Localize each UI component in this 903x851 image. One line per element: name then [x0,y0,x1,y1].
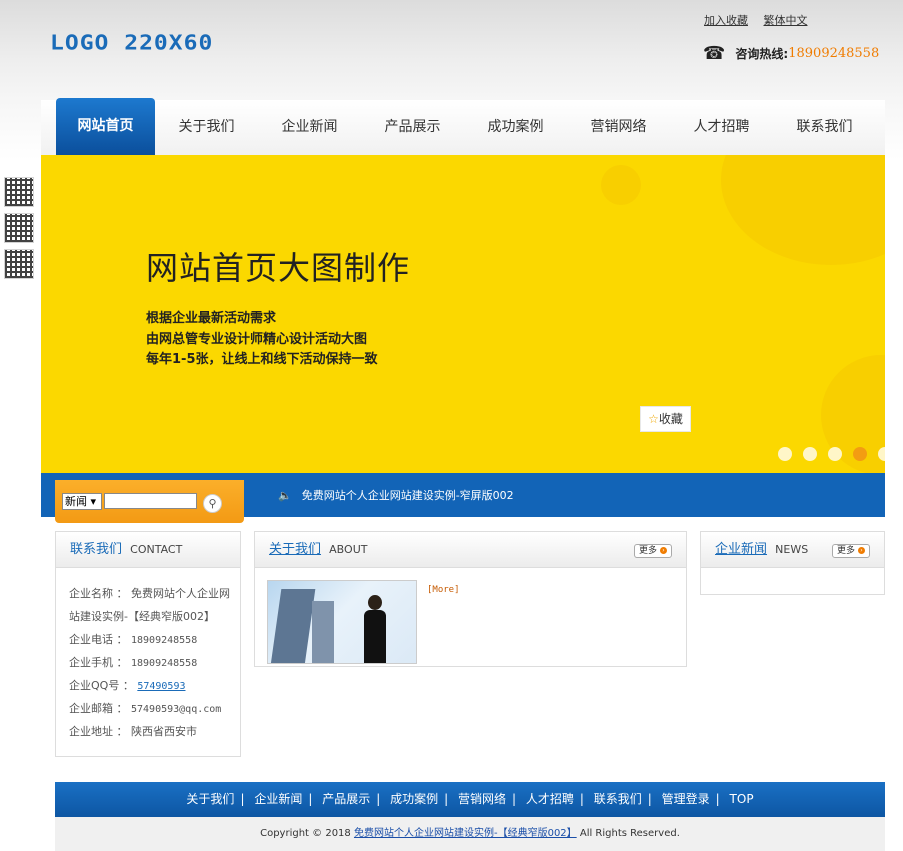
banner-line: 根据企业最新活动需求 [146,311,277,326]
slide-dot[interactable] [778,447,792,461]
slide-dot-active[interactable] [853,447,867,461]
copyright-suffix: All Rights Reserved. [579,828,680,839]
qq-link[interactable]: 57490593 [137,681,185,692]
contact-panel-title[interactable]: 联系我们 [70,542,122,557]
contact-row-mobile: 企业手机 ： 18909248558 [69,656,198,669]
footer-link-admin[interactable]: 管理登录 [662,792,710,806]
slide-dot[interactable] [828,447,842,461]
about-image[interactable] [267,580,417,664]
slide-dot[interactable] [803,447,817,461]
speaker-icon: 🔈 [278,489,292,502]
nav-item-about[interactable]: 关于我们 [155,100,258,155]
contact-panel-header: 联系我们 CONTACT [56,532,240,568]
news-panel-header: 企业新闻 NEWS 更多 › [701,532,884,568]
nav-item-news[interactable]: 企业新闻 [258,100,361,155]
contact-list: 企业名称 ： 免费网站个人企业网 站建设实例-【经典窄版002】 企业电话 ： … [56,568,240,743]
about-panel-title[interactable]: 关于我们 [269,542,321,557]
favorite-label: 收藏 [658,412,683,426]
phone-icon: ☎ [703,43,726,64]
favorite-button[interactable]: ☆收藏 [640,406,691,432]
person-shape [364,595,386,663]
footer-link-top[interactable]: TOP [730,792,754,806]
contact-row-address: 企业地址 ： 陕西省西安市 [69,725,197,738]
side-qr-codes [4,177,36,285]
search-input[interactable] [104,493,197,509]
copyright-link[interactable]: 免费网站个人企业网站建设实例-【经典窄版002】 [354,828,577,839]
news-ticker[interactable]: 🔈 免费网站个人企业网站建设实例-窄屏版002 [278,487,514,503]
arrow-right-icon: › [659,547,667,554]
banner-line: 每年1-5张，让线上和线下活动保持一致 [146,352,378,367]
hotline: ☎ 咨询热线: 18909248558 [703,43,879,64]
top-links: 加入收藏 繁体中文 [704,12,820,28]
slide-dots [778,447,885,461]
main-nav: 网站首页 关于我们 企业新闻 产品展示 成功案例 营销网络 人才招聘 联系我们 [41,98,885,155]
site-logo[interactable]: LOGO 220X60 [50,31,213,54]
footer-link-jobs[interactable]: 人才招聘 [526,792,574,806]
search-category-select[interactable]: 新闻 ▾ [62,493,102,510]
contact-panel-subtitle: CONTACT [130,543,183,556]
nav-item-cases[interactable]: 成功案例 [464,100,567,155]
search-box: 新闻 ▾ ⚲ [55,480,244,523]
copyright-bar: Copyright © 2018 免费网站个人企业网站建设实例-【经典窄版002… [55,817,885,851]
nav-item-products[interactable]: 产品展示 [361,100,464,155]
footer-link-about[interactable]: 关于我们 [186,792,234,806]
contact-row-email: 企业邮箱 ： 57490593@qq.com [69,702,222,715]
qr-code-icon[interactable] [4,213,34,243]
search-icon[interactable]: ⚲ [203,494,222,513]
contact-row-qq: 企业QQ号 ： 57490593 [69,679,186,692]
add-favorite-link[interactable]: 加入收藏 [704,14,748,27]
nav-item-jobs[interactable]: 人才招聘 [670,100,773,155]
news-panel-title[interactable]: 企业新闻 [715,542,767,557]
about-panel-header: 关于我们 ABOUT 更多 › [255,532,686,568]
contact-row-company-cont: 站建设实例-【经典窄版002】 [69,610,215,623]
star-icon: ☆ [648,412,659,426]
footer-nav: 关于我们 | 企业新闻 | 产品展示 | 成功案例 | 营销网络 | 人才招聘 | 联系我们… [55,782,885,817]
hotline-label: 咨询热线: [735,47,789,61]
nav-item-home[interactable]: 网站首页 [56,98,155,155]
qr-code-icon[interactable] [4,249,34,279]
building-shape [312,601,334,663]
traditional-chinese-link[interactable]: 繁体中文 [764,14,808,27]
copyright-prefix: Copyright © 2018 [260,828,351,839]
about-panel-subtitle: ABOUT [329,543,368,556]
about-panel: 关于我们 ABOUT 更多 › [More] [254,531,687,667]
contact-row-phone: 企业电话 ： 18909248558 [69,633,198,646]
news-panel-subtitle: NEWS [775,543,809,556]
news-ticker-text[interactable]: 免费网站个人企业网站建设实例-窄屏版002 [302,489,514,502]
banner-decoration [721,155,885,265]
nav-item-contact[interactable]: 联系我们 [773,100,876,155]
banner-decoration [601,165,641,205]
hero-banner: 网站首页大图制作 根据企业最新活动需求 由网总管专业设计师精心设计活动大图 每年… [41,155,885,473]
slide-dot[interactable] [878,447,885,461]
qr-code-icon[interactable] [4,177,34,207]
contact-row-company: 企业名称 ： 免费网站个人企业网 [69,587,230,600]
news-more-button[interactable]: 更多 › [832,544,870,558]
footer-link-products[interactable]: 产品展示 [322,792,370,806]
footer-link-news[interactable]: 企业新闻 [254,792,302,806]
building-shape [270,589,316,663]
about-more-link[interactable]: [More] [427,585,460,595]
footer-link-cases[interactable]: 成功案例 [390,792,438,806]
news-panel: 企业新闻 NEWS 更多 › [700,531,885,595]
nav-item-network[interactable]: 营销网络 [567,100,670,155]
banner-title: 网站首页大图制作 [146,249,411,287]
hotline-number: 18909248558 [788,46,880,61]
contact-panel: 联系我们 CONTACT 企业名称 ： 免费网站个人企业网 站建设实例-【经典窄… [55,531,241,757]
footer-link-network[interactable]: 营销网络 [458,792,506,806]
about-more-button[interactable]: 更多 › [634,544,672,558]
arrow-right-icon: › [857,547,865,554]
footer-link-contact[interactable]: 联系我们 [594,792,642,806]
banner-line: 由网总管专业设计师精心设计活动大图 [146,332,368,347]
